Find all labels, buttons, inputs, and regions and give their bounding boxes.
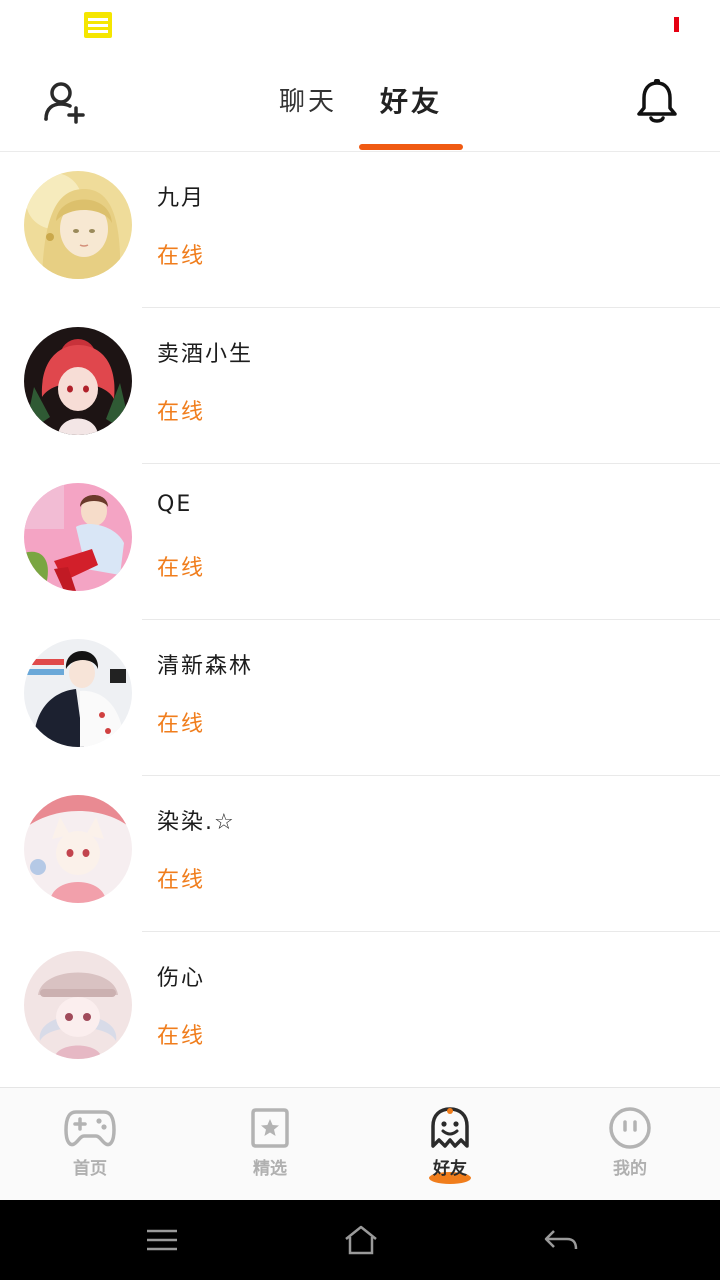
avatar[interactable] (24, 639, 132, 747)
active-tab-indicator (359, 144, 463, 150)
menu-icon[interactable] (142, 1220, 182, 1260)
online-status: 在线 (157, 556, 206, 581)
star-card-icon (244, 1104, 296, 1152)
nav-featured[interactable]: 精选 (180, 1088, 360, 1201)
online-status: 在线 (157, 1024, 206, 1049)
friend-name: 卖酒小生 (157, 342, 254, 367)
online-status: 在线 (157, 712, 206, 737)
nav-label: 首页 (73, 1159, 107, 1179)
nav-me[interactable]: 我的 (540, 1088, 720, 1201)
nav-label: 精选 (253, 1159, 287, 1179)
nav-label: 我的 (613, 1159, 647, 1179)
notes-icon (84, 12, 112, 38)
system-nav-bar (0, 1200, 720, 1280)
avatar[interactable] (24, 327, 132, 435)
nav-home[interactable]: 首页 (0, 1088, 180, 1201)
add-friend-icon[interactable] (38, 76, 90, 128)
friend-name: 伤心 (157, 966, 206, 991)
battery-low-icon (674, 17, 679, 32)
friend-row[interactable]: QE 在线 (0, 464, 720, 620)
status-bar (0, 0, 720, 52)
avatar[interactable] (24, 171, 132, 279)
nav-friends[interactable]: 好友 (360, 1088, 540, 1201)
friend-name: QE (157, 492, 193, 517)
friend-name: 九月 (157, 186, 206, 211)
friend-row[interactable]: 卖酒小生 在线 (0, 308, 720, 464)
friend-row[interactable]: 清新森林 在线 (0, 620, 720, 776)
friend-row[interactable]: 染染.☆ 在线 (0, 776, 720, 932)
friend-row[interactable]: 九月 在线 (0, 152, 720, 308)
ghost-icon (424, 1104, 476, 1152)
back-icon[interactable] (541, 1220, 581, 1260)
tab-chat[interactable]: 聊天 (268, 80, 348, 124)
online-status: 在线 (157, 868, 206, 893)
online-status: 在线 (157, 400, 206, 425)
friend-name: 清新森林 (157, 654, 254, 679)
nav-label: 好友 (433, 1159, 467, 1179)
header: 聊天 好友 (0, 52, 720, 152)
bell-icon[interactable] (630, 74, 684, 128)
home-icon[interactable] (341, 1220, 381, 1260)
tab-friends[interactable]: 好友 (368, 80, 454, 124)
friend-row[interactable]: 伤心 在线 (0, 932, 720, 1087)
friend-list: 九月 在线 卖酒小生 在线 QE 在线 清新森林 在线 染染.☆ 在线 伤心 在… (0, 152, 720, 1087)
gamepad-icon (64, 1104, 116, 1152)
avatar[interactable] (24, 483, 132, 591)
avatar[interactable] (24, 795, 132, 903)
face-icon (604, 1104, 656, 1152)
bottom-nav: 首页 精选 好友 我的 (0, 1087, 720, 1200)
friend-name: 染染.☆ (157, 810, 236, 835)
online-status: 在线 (157, 244, 206, 269)
avatar[interactable] (24, 951, 132, 1059)
